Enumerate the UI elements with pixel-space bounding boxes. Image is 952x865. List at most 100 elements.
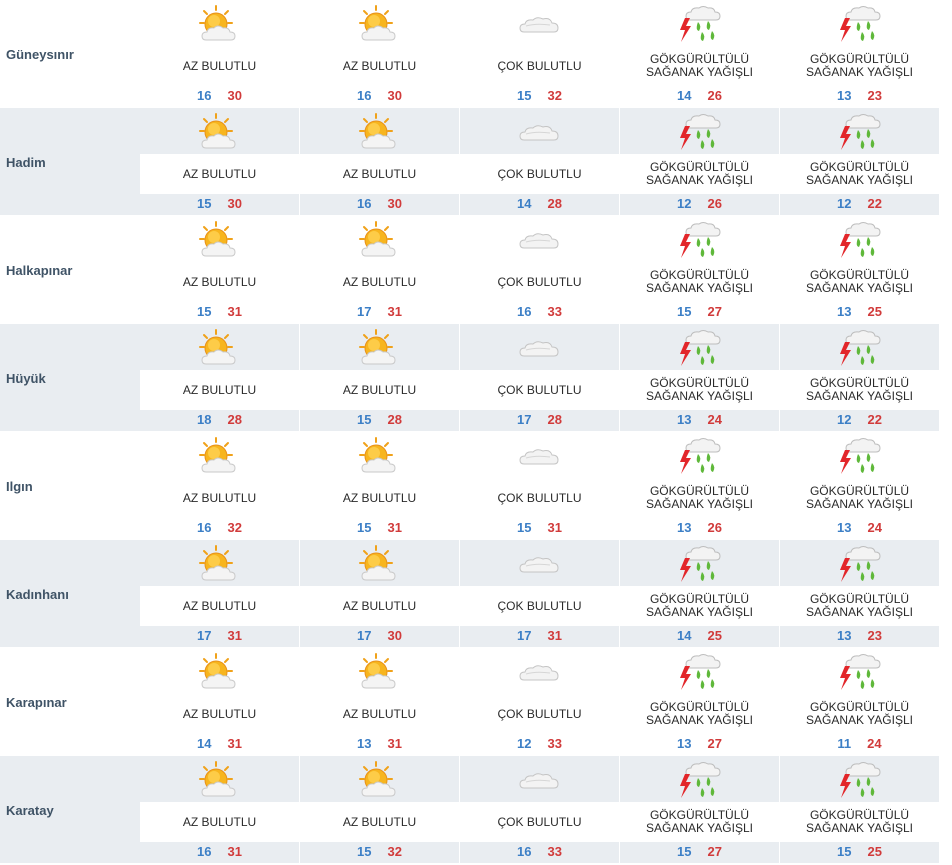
weather-description: ÇOK BULUTLU bbox=[497, 814, 582, 829]
weather-description: GÖKGÜRÜLTÜLÜ SAĞANAK YAĞIŞLI bbox=[646, 592, 753, 619]
weather-description: AZ BULUTLU bbox=[182, 382, 257, 397]
cloud-icon bbox=[516, 652, 562, 692]
forecast-day-cell: ÇOK BULUTLU 12 33 bbox=[460, 648, 620, 755]
temperature-range: 15 31 bbox=[300, 520, 459, 538]
weather-description: ÇOK BULUTLU bbox=[497, 706, 582, 721]
city-name[interactable]: Hüyük bbox=[6, 371, 46, 386]
low-temperature: 16 bbox=[357, 196, 372, 211]
forecast-day-cell: AZ BULUTLU 17 31 bbox=[300, 216, 460, 323]
low-temperature: 17 bbox=[197, 628, 212, 643]
weather-description: GÖKGÜRÜLTÜLÜ SAĞANAK YAĞIŞLI bbox=[806, 160, 913, 187]
thunder-rain-icon bbox=[676, 112, 722, 152]
thunder-rain-icon bbox=[836, 4, 882, 44]
sun-cloud-icon bbox=[196, 112, 242, 152]
weather-description: AZ BULUTLU bbox=[182, 598, 257, 613]
weather-description: AZ BULUTLU bbox=[342, 382, 417, 397]
forecast-day-cell: ÇOK BULUTLU 17 28 bbox=[460, 324, 620, 431]
high-temperature: 25 bbox=[867, 844, 882, 859]
temperature-range: 14 28 bbox=[460, 196, 619, 214]
high-temperature: 31 bbox=[227, 844, 242, 859]
weather-description: AZ BULUTLU bbox=[342, 166, 417, 181]
forecast-day-cell: AZ BULUTLU 18 28 bbox=[140, 324, 300, 431]
high-temperature: 23 bbox=[867, 628, 882, 643]
high-temperature: 30 bbox=[227, 88, 242, 103]
forecast-day-cell: AZ BULUTLU 15 32 bbox=[300, 756, 460, 863]
weather-description: GÖKGÜRÜLTÜLÜ SAĞANAK YAĞIŞLI bbox=[646, 268, 753, 295]
high-temperature: 24 bbox=[867, 520, 882, 535]
low-temperature: 15 bbox=[357, 520, 372, 535]
high-temperature: 32 bbox=[387, 844, 402, 859]
temperature-range: 12 33 bbox=[460, 736, 619, 754]
forecast-day-cell: AZ BULUTLU 16 30 bbox=[300, 0, 460, 107]
low-temperature: 16 bbox=[197, 520, 212, 535]
forecast-day-cell: ÇOK BULUTLU 14 28 bbox=[460, 108, 620, 215]
temperature-range: 13 23 bbox=[780, 628, 939, 646]
temperature-range: 17 28 bbox=[460, 412, 619, 430]
weather-description: ÇOK BULUTLU bbox=[497, 598, 582, 613]
high-temperature: 25 bbox=[707, 628, 722, 643]
low-temperature: 13 bbox=[677, 520, 692, 535]
forecast-day-cell: AZ BULUTLU 16 30 bbox=[140, 0, 300, 107]
temperature-range: 11 24 bbox=[780, 736, 939, 754]
high-temperature: 31 bbox=[387, 520, 402, 535]
sun-cloud-icon bbox=[196, 328, 242, 368]
weather-description: AZ BULUTLU bbox=[342, 490, 417, 505]
weather-description: ÇOK BULUTLU bbox=[497, 58, 582, 73]
temperature-range: 16 32 bbox=[140, 520, 299, 538]
sun-cloud-icon bbox=[356, 652, 402, 692]
high-temperature: 30 bbox=[387, 88, 402, 103]
city-name[interactable]: Güneysınır bbox=[6, 47, 74, 62]
low-temperature: 15 bbox=[837, 844, 852, 859]
high-temperature: 30 bbox=[387, 628, 402, 643]
forecast-day-cell: AZ BULUTLU 16 31 bbox=[140, 756, 300, 863]
high-temperature: 27 bbox=[707, 736, 722, 751]
city-name-cell: Güneysınır bbox=[0, 0, 141, 107]
city-row: Halkapınar AZ BULUTLU 15 31 AZ BULUTLU 17 31 ÇO… bbox=[0, 216, 940, 324]
high-temperature: 33 bbox=[547, 304, 562, 319]
temperature-range: 17 31 bbox=[460, 628, 619, 646]
thunder-rain-icon bbox=[836, 328, 882, 368]
thunder-rain-icon bbox=[676, 436, 722, 476]
forecast-day-cell: AZ BULUTLU 15 28 bbox=[300, 324, 460, 431]
low-temperature: 16 bbox=[517, 844, 532, 859]
high-temperature: 25 bbox=[867, 304, 882, 319]
high-temperature: 31 bbox=[387, 736, 402, 751]
temperature-range: 14 25 bbox=[620, 628, 779, 646]
low-temperature: 15 bbox=[357, 412, 372, 427]
forecast-day-cell: GÖKGÜRÜLTÜLÜ SAĞANAK YAĞIŞLI 11 24 bbox=[780, 648, 940, 755]
city-name[interactable]: Karapınar bbox=[6, 695, 67, 710]
weather-description: GÖKGÜRÜLTÜLÜ SAĞANAK YAĞIŞLI bbox=[806, 52, 913, 79]
high-temperature: 30 bbox=[227, 196, 242, 211]
high-temperature: 26 bbox=[707, 520, 722, 535]
forecast-day-cell: GÖKGÜRÜLTÜLÜ SAĞANAK YAĞIŞLI 12 22 bbox=[780, 108, 940, 215]
city-name[interactable]: Halkapınar bbox=[6, 263, 72, 278]
city-name[interactable]: Ilgın bbox=[6, 479, 33, 494]
city-name[interactable]: Karatay bbox=[6, 803, 54, 818]
low-temperature: 15 bbox=[197, 304, 212, 319]
high-temperature: 28 bbox=[547, 412, 562, 427]
weather-description: GÖKGÜRÜLTÜLÜ SAĞANAK YAĞIŞLI bbox=[646, 808, 753, 835]
sun-cloud-icon bbox=[356, 760, 402, 800]
low-temperature: 14 bbox=[677, 88, 692, 103]
low-temperature: 17 bbox=[517, 628, 532, 643]
temperature-range: 15 31 bbox=[140, 304, 299, 322]
high-temperature: 31 bbox=[547, 628, 562, 643]
cloud-icon bbox=[516, 220, 562, 260]
temperature-range: 15 27 bbox=[620, 304, 779, 322]
low-temperature: 15 bbox=[677, 304, 692, 319]
low-temperature: 15 bbox=[197, 196, 212, 211]
city-name[interactable]: Kadınhanı bbox=[6, 587, 69, 602]
temperature-range: 15 25 bbox=[780, 844, 939, 862]
thunder-rain-icon bbox=[836, 112, 882, 152]
temperature-range: 16 31 bbox=[140, 844, 299, 862]
low-temperature: 13 bbox=[837, 520, 852, 535]
forecast-day-cell: GÖKGÜRÜLTÜLÜ SAĞANAK YAĞIŞLI 13 23 bbox=[780, 0, 940, 107]
temperature-range: 17 30 bbox=[300, 628, 459, 646]
forecast-day-cell: GÖKGÜRÜLTÜLÜ SAĞANAK YAĞIŞLI 15 27 bbox=[620, 216, 780, 323]
temperature-range: 14 31 bbox=[140, 736, 299, 754]
temperature-range: 13 23 bbox=[780, 88, 939, 106]
city-name[interactable]: Hadim bbox=[6, 155, 46, 170]
city-row: Hadim AZ BULUTLU 15 30 AZ BULUTLU 16 30 ÇOK BUL… bbox=[0, 108, 940, 216]
low-temperature: 12 bbox=[837, 196, 852, 211]
low-temperature: 13 bbox=[357, 736, 372, 751]
